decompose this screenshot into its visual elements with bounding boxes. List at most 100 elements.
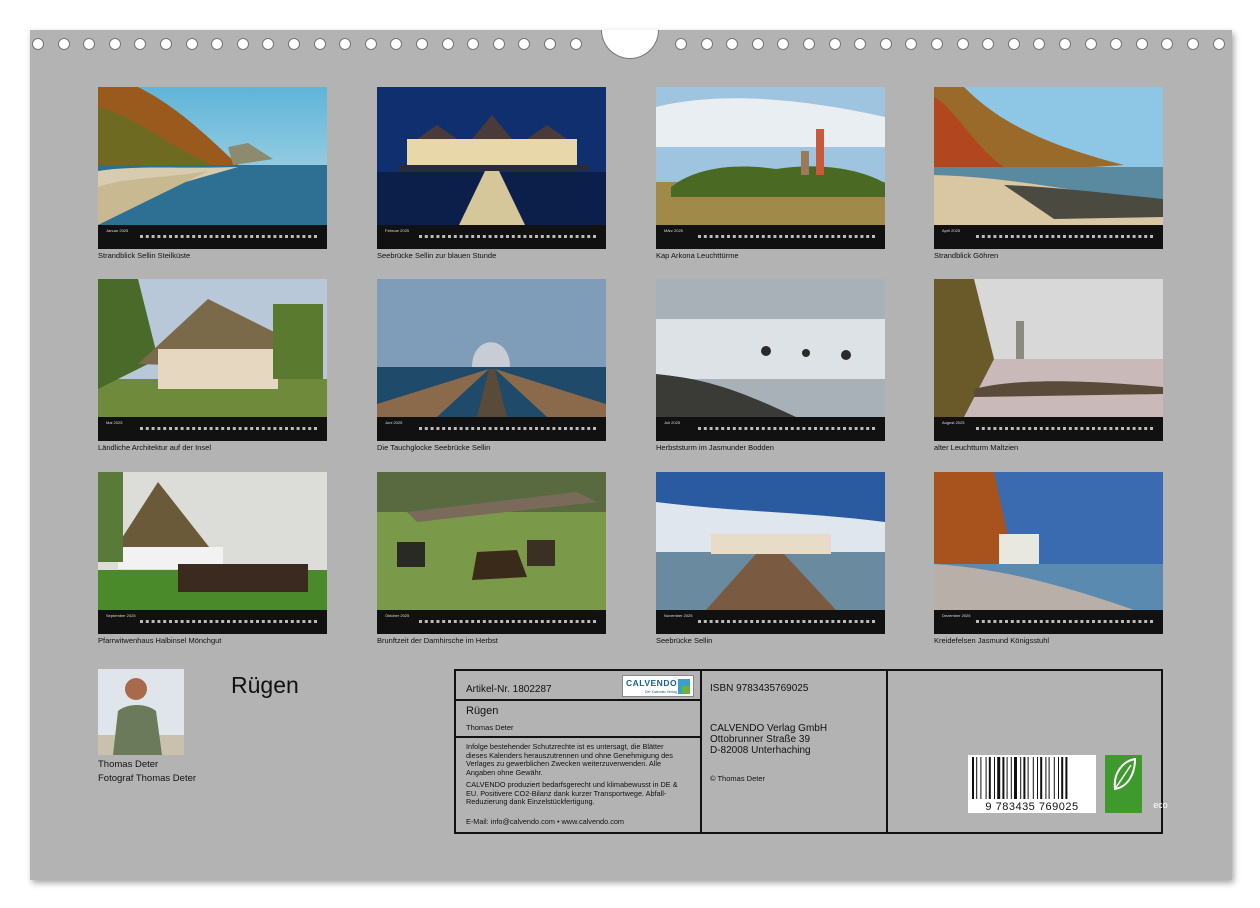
day-mark [808,235,812,238]
day-mark [244,427,248,430]
day-mark [1057,620,1061,623]
day-mark [157,620,161,623]
day-mark [738,235,742,238]
day-mark [261,235,265,238]
day-mark [1103,235,1107,238]
logo-subtext: Der Kalender-Verlag [645,690,677,694]
day-mark [732,427,736,430]
month-tile-january: Januar 2025 Strandblick Sellin Steilküst… [98,87,327,260]
day-mark [174,620,178,623]
month-name: November 2025 [664,613,693,618]
day-mark [1132,620,1136,623]
binding-ring [57,38,70,50]
day-grid [976,620,1153,623]
day-mark [976,235,979,238]
month-caption: Pfarrwitwenhaus Halbinsel Mönchgut [98,636,222,645]
day-mark [732,235,736,238]
binding-ring [185,38,198,50]
day-mark [1039,235,1043,238]
day-mark [1034,235,1037,238]
month-photo [377,87,606,225]
day-mark [1028,427,1032,430]
day-mark [488,620,492,623]
month-photo [98,279,327,417]
day-mark [1022,427,1026,430]
month-photo [656,472,885,610]
day-mark [308,235,312,238]
month-caption: Brunftzeit der Damhirsche im Herbst [377,636,498,645]
leaf-icon [1113,757,1137,791]
barcode-bar [980,757,982,799]
barcode-bar [1002,757,1005,799]
day-mark [482,235,486,238]
binding-ring [1059,38,1071,50]
month-caption: Seebrücke Sellin [656,636,713,645]
day-mark [1086,620,1090,623]
day-mark [1121,427,1124,430]
month-caption: Kreidefelsen Jasmund Königsstuhl [934,636,1050,645]
day-mark [987,235,991,238]
day-mark [593,235,596,238]
day-mark [744,427,748,430]
day-mark [500,235,504,238]
barcode-bar [1040,757,1043,799]
day-mark [802,427,806,430]
day-mark [145,427,149,430]
day-mark [506,235,509,238]
day-mark [860,235,864,238]
day-mark [1138,620,1142,623]
isbn-barcode: 9 783435 769025 [968,755,1096,813]
day-mark [709,235,713,238]
day-mark [494,620,498,623]
day-mark [1051,427,1055,430]
day-mark [552,620,556,623]
binding-ring [390,38,403,50]
publisher-name: CALVENDO Verlag GmbH [710,723,828,734]
barcode-bar [1037,757,1038,799]
day-mark [727,235,730,238]
day-mark [581,235,585,238]
day-mark [529,235,533,238]
day-mark [145,620,149,623]
month-name: März 2025 [664,228,683,233]
day-mark [814,620,817,623]
day-mark [993,235,997,238]
day-mark [198,620,201,623]
day-mark [186,427,190,430]
day-mark [290,620,294,623]
binding-ring [262,38,275,50]
day-mark [848,427,852,430]
day-mark [273,427,277,430]
day-mark [488,235,492,238]
month-name: April 2025 [942,228,961,233]
day-grid [419,235,596,238]
barcode-bar [994,757,995,799]
barcode-bar [1006,757,1008,799]
day-mark [779,427,783,430]
month-name: Juni 2025 [385,420,403,425]
binding-ring [828,38,841,50]
eco-badge: eco [1105,755,1168,813]
day-mark [256,427,259,430]
day-mark [866,620,870,623]
day-mark [976,620,979,623]
day-mark [140,235,143,238]
day-mark [1074,235,1078,238]
day-mark [535,427,538,430]
month-name: Februar 2025 [385,228,410,233]
day-mark [198,427,201,430]
day-mark [517,235,521,238]
day-mark [430,427,434,430]
binding-ring [931,38,943,50]
month-name: August 2025 [942,420,965,425]
day-mark [267,427,271,430]
day-mark [296,620,300,623]
day-mark [767,620,771,623]
day-mark [709,427,713,430]
day-mark [285,620,288,623]
day-mark [1138,235,1142,238]
barcode-bar [1014,757,1017,799]
day-mark [564,620,567,623]
day-mark [192,427,196,430]
day-mark [1051,235,1055,238]
